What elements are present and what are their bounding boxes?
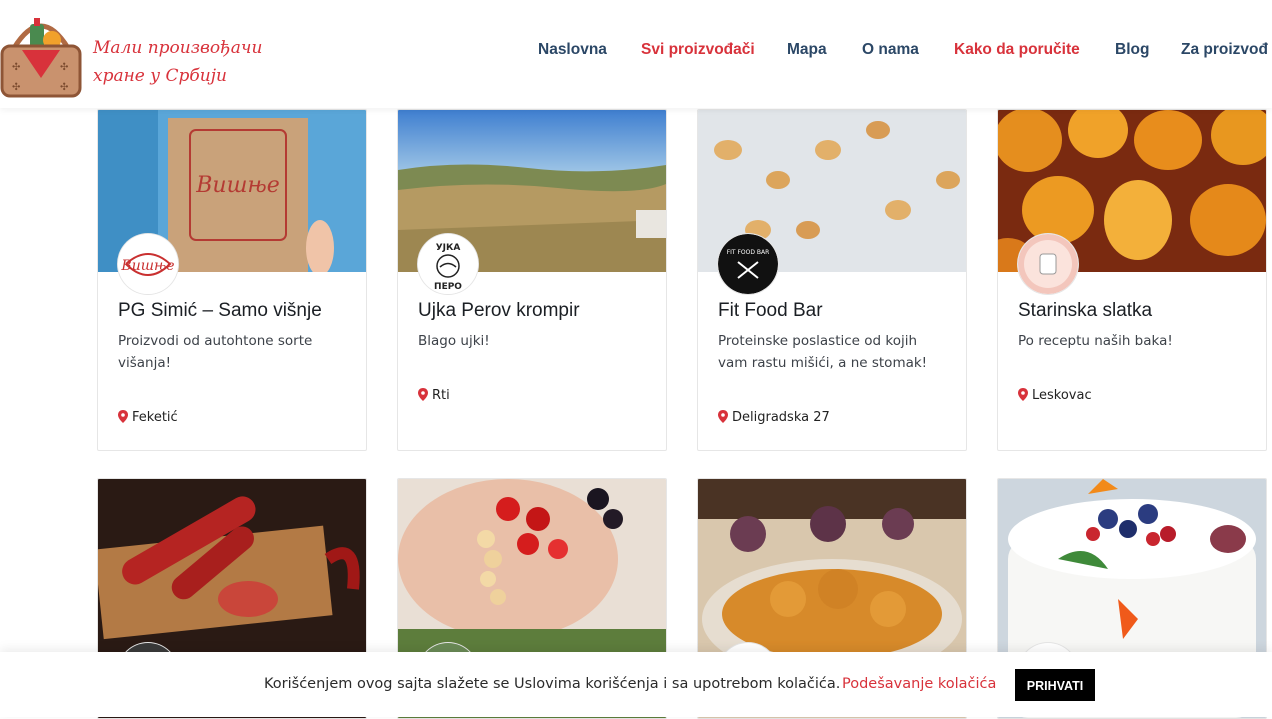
product-box-label: Вишње xyxy=(195,173,280,198)
location-pin-icon xyxy=(1018,388,1028,401)
svg-text:✣: ✣ xyxy=(12,82,20,93)
avatar-text-top: УЈКА xyxy=(436,243,461,253)
cookie-consent-bar: Korišćenjem ovog sajta slažete se Uslovi… xyxy=(0,652,1272,717)
nav-item-svi-proizvodjaci[interactable]: Svi proizvođači xyxy=(641,41,755,59)
nav-item-naslovna[interactable]: Naslovna xyxy=(538,41,607,59)
producer-avatar: Вишње xyxy=(118,234,178,294)
card-location: Feketić xyxy=(118,410,178,425)
card-title[interactable]: Fit Food Bar xyxy=(718,300,823,322)
producer-card[interactable]: FIT FOOD BAR Fit Food Bar Proteinske pos… xyxy=(697,109,967,451)
card-title[interactable]: Ujka Perov krompir xyxy=(418,300,580,322)
nav-item-o-nama[interactable]: O nama xyxy=(862,41,919,59)
location-pin-icon xyxy=(118,410,128,423)
producer-card[interactable]: Starinska slatka Po receptu naših baka! … xyxy=(997,109,1267,451)
location-pin-icon xyxy=(718,410,728,423)
fit-food-bar-logo-icon: FIT FOOD BAR xyxy=(718,234,778,294)
avatar-text: Вишње xyxy=(120,258,174,274)
accept-cookies-button[interactable]: PRIHVATI xyxy=(1015,669,1095,701)
site-header: ✣ ✣ ✣ ✣ Мали произвођачи хране у Србији … xyxy=(0,0,1272,108)
location-text: Feketić xyxy=(132,410,178,425)
cookie-settings-link[interactable]: Podešavanje kolačića xyxy=(842,676,996,692)
card-location: Leskovac xyxy=(1018,388,1092,403)
producer-card[interactable]: Вишње Вишње PG Simić – Samo višnje Proiz… xyxy=(97,109,367,451)
nav-item-kako-da-porucite[interactable]: Kako da poručite xyxy=(954,41,1080,59)
producer-avatar: FIT FOOD BAR xyxy=(718,234,778,294)
producer-card[interactable]: УЈКА ПЕРО Ujka Perov krompir Blago ujki!… xyxy=(397,109,667,451)
nav-item-za-proizvodjace[interactable]: Za proizvođ xyxy=(1181,41,1268,59)
card-description: Proizvodi od autohtone sorte višanja! xyxy=(118,333,313,371)
card-description: Proteinske poslastice od kojih vam rastu… xyxy=(718,333,928,371)
svg-text:✣: ✣ xyxy=(60,62,68,73)
avatar-text-bottom: ПЕРО xyxy=(434,282,462,292)
tagline-line-1: Мали произвођачи xyxy=(93,38,263,58)
card-description: Po receptu naših baka! xyxy=(1018,333,1173,349)
location-text: Leskovac xyxy=(1032,388,1092,403)
nav-item-mapa[interactable]: Mapa xyxy=(787,41,827,59)
producer-avatar: УЈКА ПЕРО xyxy=(418,234,478,294)
cookie-message: Korišćenjem ovog sajta slažete se Uslovi… xyxy=(264,676,841,692)
card-description: Blago ujki! xyxy=(418,333,490,349)
card-location: Rti xyxy=(418,388,450,403)
nav-item-blog[interactable]: Blog xyxy=(1115,41,1149,59)
svg-text:✣: ✣ xyxy=(12,62,20,73)
avatar-text: FIT FOOD BAR xyxy=(727,249,770,256)
tagline-line-2: хране у Србији xyxy=(93,66,227,86)
basket-logo-icon[interactable]: ✣ ✣ ✣ ✣ xyxy=(0,10,82,98)
location-pin-icon xyxy=(418,388,428,401)
jar-logo-icon xyxy=(1018,234,1078,294)
producer-avatar xyxy=(1018,234,1078,294)
location-text: Deligradska 27 xyxy=(732,410,830,425)
site-tagline[interactable]: Мали произвођачи хране у Србији xyxy=(93,34,263,90)
card-title[interactable]: PG Simić – Samo višnje xyxy=(118,300,322,322)
svg-text:✣: ✣ xyxy=(60,82,68,93)
visnje-logo-icon: Вишње xyxy=(118,234,178,294)
card-location: Deligradska 27 xyxy=(718,410,830,425)
ujka-pero-logo-icon: УЈКА ПЕРО xyxy=(418,234,478,294)
location-text: Rti xyxy=(432,388,450,403)
card-title[interactable]: Starinska slatka xyxy=(1018,300,1152,322)
